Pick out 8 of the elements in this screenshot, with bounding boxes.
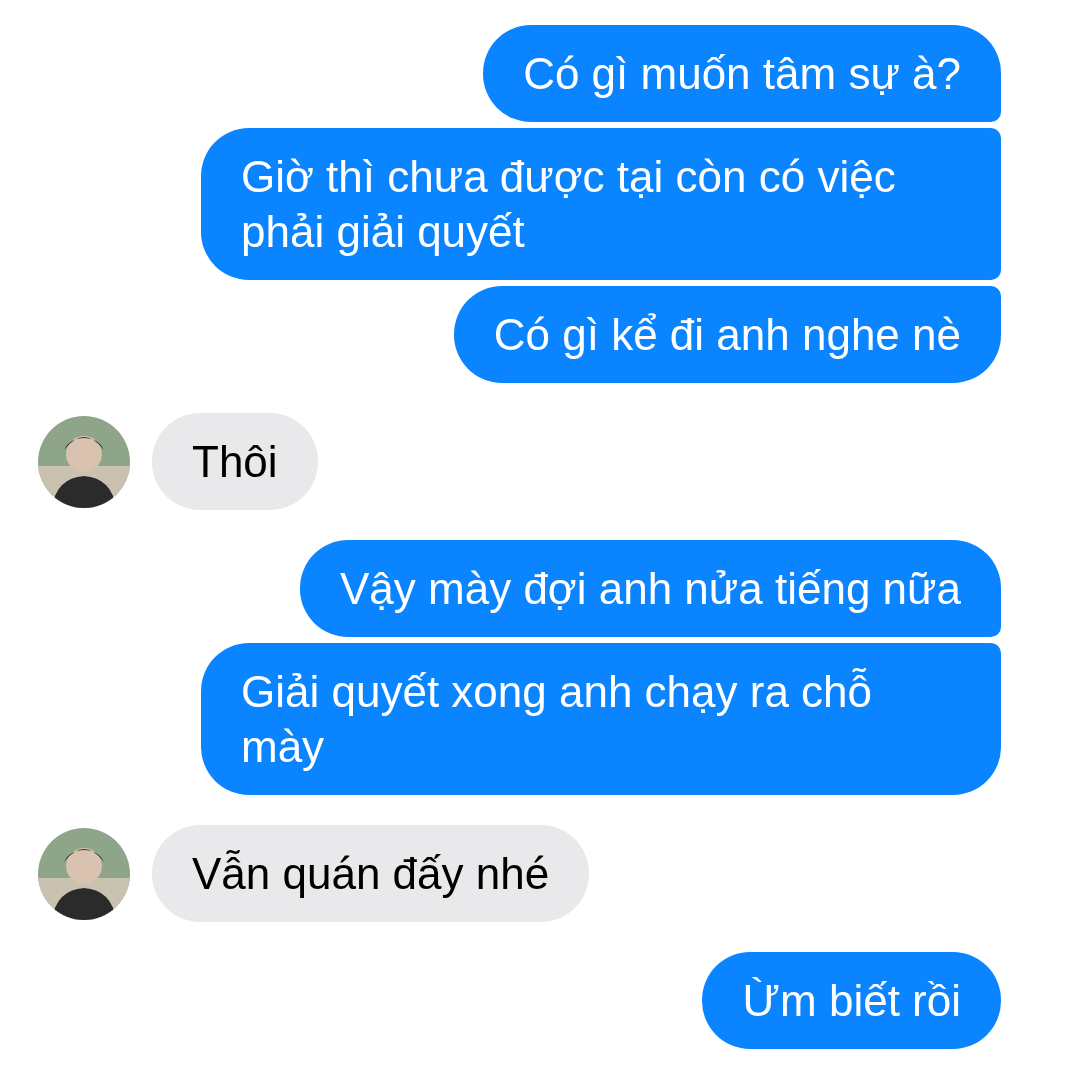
sent-message: Vậy mày đợi anh nửa tiếng nữa: [300, 540, 1001, 637]
sent-message: Giải quyết xong anh chạy ra chỗ mày: [201, 643, 1001, 795]
received-message: Vẫn quán đấy nhé: [152, 825, 590, 922]
sent-message: Có gì muốn tâm sự à?: [483, 25, 1001, 122]
received-message: Thôi: [152, 413, 318, 510]
sent-message: Giờ thì chưa được tại còn có việc phải giải quyết: [201, 128, 1001, 280]
sent-message: Ừm biết rồi: [702, 952, 1001, 1049]
sent-message: Có gì kể đi anh nghe nè: [453, 286, 1001, 383]
